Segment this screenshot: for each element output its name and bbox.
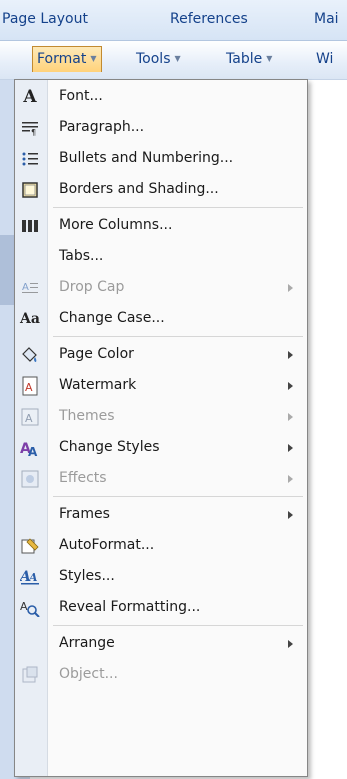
menu-item-reveal-formatting[interactable]: A Reveal Formatting... <box>15 593 307 623</box>
tab-mailings[interactable]: Mai <box>314 11 339 27</box>
format-dropdown-menu: A Font... ¶ Paragraph... Bullets and Num… <box>14 79 308 777</box>
watermark-icon: A <box>19 375 41 397</box>
menu-item-effects[interactable]: Effects <box>15 464 307 494</box>
menu-item-object[interactable]: Object... <box>15 660 307 690</box>
menu-item-frames[interactable]: Frames <box>15 500 307 530</box>
svg-text:A: A <box>25 412 33 425</box>
menu-label-arrange: Arrange <box>59 635 115 651</box>
paragraph-icon: ¶ <box>19 117 41 139</box>
menu-label-watermark: Watermark <box>59 377 137 393</box>
menu-item-change-styles[interactable]: AA Change Styles <box>15 433 307 463</box>
submenu-arrow-icon <box>288 640 293 648</box>
menu-item-columns[interactable]: More Columns... <box>15 211 307 241</box>
menu-label-frames: Frames <box>59 506 110 522</box>
format-menu-label: Format <box>37 51 87 67</box>
ribbon-tab-bar: Page Layout References Mai <box>0 0 347 41</box>
menu-separator <box>53 496 303 497</box>
submenu-arrow-icon <box>288 284 293 292</box>
svg-text:¶: ¶ <box>31 128 36 136</box>
menu-label-styles: Styles... <box>59 568 115 584</box>
legacy-menubar: Format ▼ Tools ▼ Table ▼ Wi <box>0 41 347 80</box>
chevron-down-icon: ▼ <box>174 54 181 63</box>
font-icon: A <box>19 86 41 108</box>
styles-icon: AA <box>19 566 41 588</box>
menu-item-bullets-numbering[interactable]: Bullets and Numbering... <box>15 144 307 174</box>
menu-item-font[interactable]: A Font... <box>15 82 307 112</box>
menu-separator <box>53 336 303 337</box>
menu-label-drop-cap: Drop Cap <box>59 279 125 295</box>
paint-bucket-icon <box>19 344 41 366</box>
menu-label-object: Object... <box>59 666 118 682</box>
menu-separator <box>53 207 303 208</box>
tab-references[interactable]: References <box>170 11 248 27</box>
menu-label-paragraph: Paragraph... <box>59 119 145 135</box>
menu-item-autoformat[interactable]: AutoFormat... <box>15 531 307 561</box>
svg-text:A: A <box>28 445 38 457</box>
svg-text:A: A <box>28 571 38 584</box>
tools-menu-button[interactable]: Tools ▼ <box>136 51 181 67</box>
menu-item-arrange[interactable]: Arrange <box>15 629 307 659</box>
menu-separator <box>53 625 303 626</box>
change-styles-icon: AA <box>19 437 41 459</box>
menu-item-tabs[interactable]: Tabs... <box>15 242 307 272</box>
change-case-icon: Aa <box>19 308 41 330</box>
submenu-arrow-icon <box>288 351 293 359</box>
svg-text:A: A <box>22 282 29 293</box>
menu-item-themes[interactable]: A Themes <box>15 402 307 432</box>
svg-text:A: A <box>20 600 28 613</box>
submenu-arrow-icon <box>288 511 293 519</box>
menu-label-tabs: Tabs... <box>59 248 104 264</box>
menu-item-change-case[interactable]: Aa Change Case... <box>15 304 307 334</box>
bullet-list-icon <box>19 148 41 170</box>
tools-menu-label: Tools <box>136 51 171 67</box>
window-menu-button[interactable]: Wi <box>316 51 333 67</box>
menu-label-columns: More Columns... <box>59 217 173 233</box>
submenu-arrow-icon <box>288 382 293 390</box>
menu-label-themes: Themes <box>59 408 115 424</box>
menu-label-reveal: Reveal Formatting... <box>59 599 201 615</box>
table-menu-button[interactable]: Table ▼ <box>226 51 272 67</box>
menu-item-styles[interactable]: AA Styles... <box>15 562 307 592</box>
menu-label-change-case: Change Case... <box>59 310 165 326</box>
effects-icon <box>19 468 41 490</box>
columns-icon <box>19 215 41 237</box>
menu-label-font: Font... <box>59 88 103 104</box>
menu-label-effects: Effects <box>59 470 107 486</box>
submenu-arrow-icon <box>288 413 293 421</box>
menu-label-bullets: Bullets and Numbering... <box>59 150 234 166</box>
svg-text:A: A <box>25 381 33 394</box>
menu-label-change-styles: Change Styles <box>59 439 160 455</box>
autoformat-icon <box>19 535 41 557</box>
themes-icon: A <box>19 406 41 428</box>
table-menu-label: Table <box>226 51 263 67</box>
chevron-down-icon: ▼ <box>266 54 273 63</box>
object-icon <box>19 664 41 686</box>
menu-item-paragraph[interactable]: ¶ Paragraph... <box>15 113 307 143</box>
reveal-formatting-icon: A <box>19 597 41 619</box>
menu-item-drop-cap[interactable]: A Drop Cap <box>15 273 307 303</box>
drop-cap-icon: A <box>19 277 41 299</box>
borders-icon <box>19 179 41 201</box>
menu-label-autoformat: AutoFormat... <box>59 537 155 553</box>
submenu-arrow-icon <box>288 475 293 483</box>
submenu-arrow-icon <box>288 444 293 452</box>
change-case-glyph: Aa <box>20 311 40 327</box>
menu-item-borders-shading[interactable]: Borders and Shading... <box>15 175 307 205</box>
menu-label-borders: Borders and Shading... <box>59 181 219 197</box>
menu-item-watermark[interactable]: A Watermark <box>15 371 307 401</box>
format-menu-button[interactable]: Format ▼ <box>32 46 102 72</box>
menu-item-page-color[interactable]: Page Color <box>15 340 307 370</box>
chevron-down-icon: ▼ <box>90 54 97 63</box>
font-icon-glyph: A <box>23 87 37 107</box>
tab-page-layout[interactable]: Page Layout <box>2 11 88 27</box>
menu-label-page-color: Page Color <box>59 346 134 362</box>
